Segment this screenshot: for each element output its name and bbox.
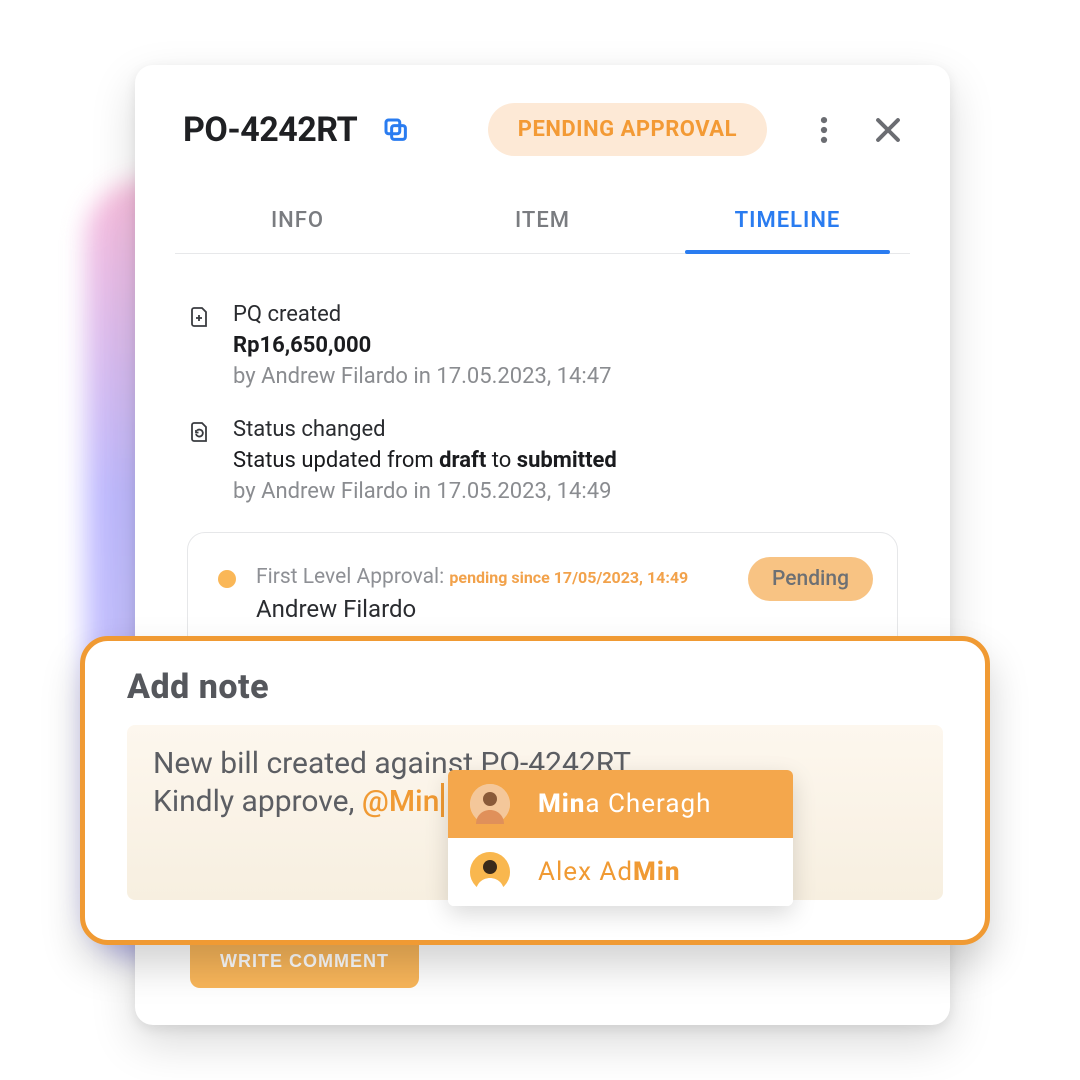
close-icon[interactable]: [871, 113, 905, 147]
file-refresh-icon: [187, 420, 211, 444]
tab-timeline[interactable]: TIMELINE: [665, 186, 910, 253]
suggestion-name: Alex AdMin: [538, 857, 680, 887]
approval-since: pending since 17/05/2023, 14:49: [449, 568, 688, 587]
panel-header: PO-4242RT PENDING APPROVAL: [135, 65, 950, 176]
event-by: by Andrew Filardo in 17.05.2023, 14:49: [233, 479, 898, 504]
timeline-item-created: PQ created Rp16,650,000 by Andrew Filard…: [187, 302, 898, 389]
mention-suggestions: Mina Cheragh Alex AdMin: [448, 770, 793, 906]
mention-text: @Min: [362, 784, 440, 819]
approver-name: Andrew Filardo: [256, 595, 688, 623]
avatar-icon: [470, 852, 510, 892]
timeline-item-status: Status changed Status updated from draft…: [187, 417, 898, 504]
text-cursor: [441, 783, 444, 817]
status-badge: PENDING APPROVAL: [488, 103, 767, 156]
header-actions: [807, 113, 905, 147]
event-amount: Rp16,650,000: [233, 333, 898, 358]
approval-status-pill: Pending: [748, 557, 873, 601]
copy-icon[interactable]: [381, 115, 411, 145]
avatar-icon: [470, 784, 510, 824]
tabs: INFO ITEM TIMELINE: [175, 186, 910, 254]
event-status-line: Status updated from draft to submitted: [233, 448, 898, 473]
timeline-list: PQ created Rp16,650,000 by Andrew Filard…: [135, 254, 950, 504]
more-icon[interactable]: [807, 113, 841, 147]
po-number: PO-4242RT: [183, 110, 357, 150]
tab-info[interactable]: INFO: [175, 186, 420, 253]
event-by: by Andrew Filardo in 17.05.2023, 14:47: [233, 364, 898, 389]
suggestion-name: Mina Cheragh: [538, 789, 711, 819]
suggestion-alex[interactable]: Alex AdMin: [448, 838, 793, 906]
tab-item[interactable]: ITEM: [420, 186, 665, 253]
add-note-title: Add note: [127, 667, 943, 707]
status-dot-icon: [218, 570, 236, 588]
suggestion-mina[interactable]: Mina Cheragh: [448, 770, 793, 838]
approval-label: First Level Approval:: [256, 565, 449, 589]
event-title: PQ created: [233, 302, 898, 327]
file-plus-icon: [187, 305, 211, 329]
event-title: Status changed: [233, 417, 898, 442]
